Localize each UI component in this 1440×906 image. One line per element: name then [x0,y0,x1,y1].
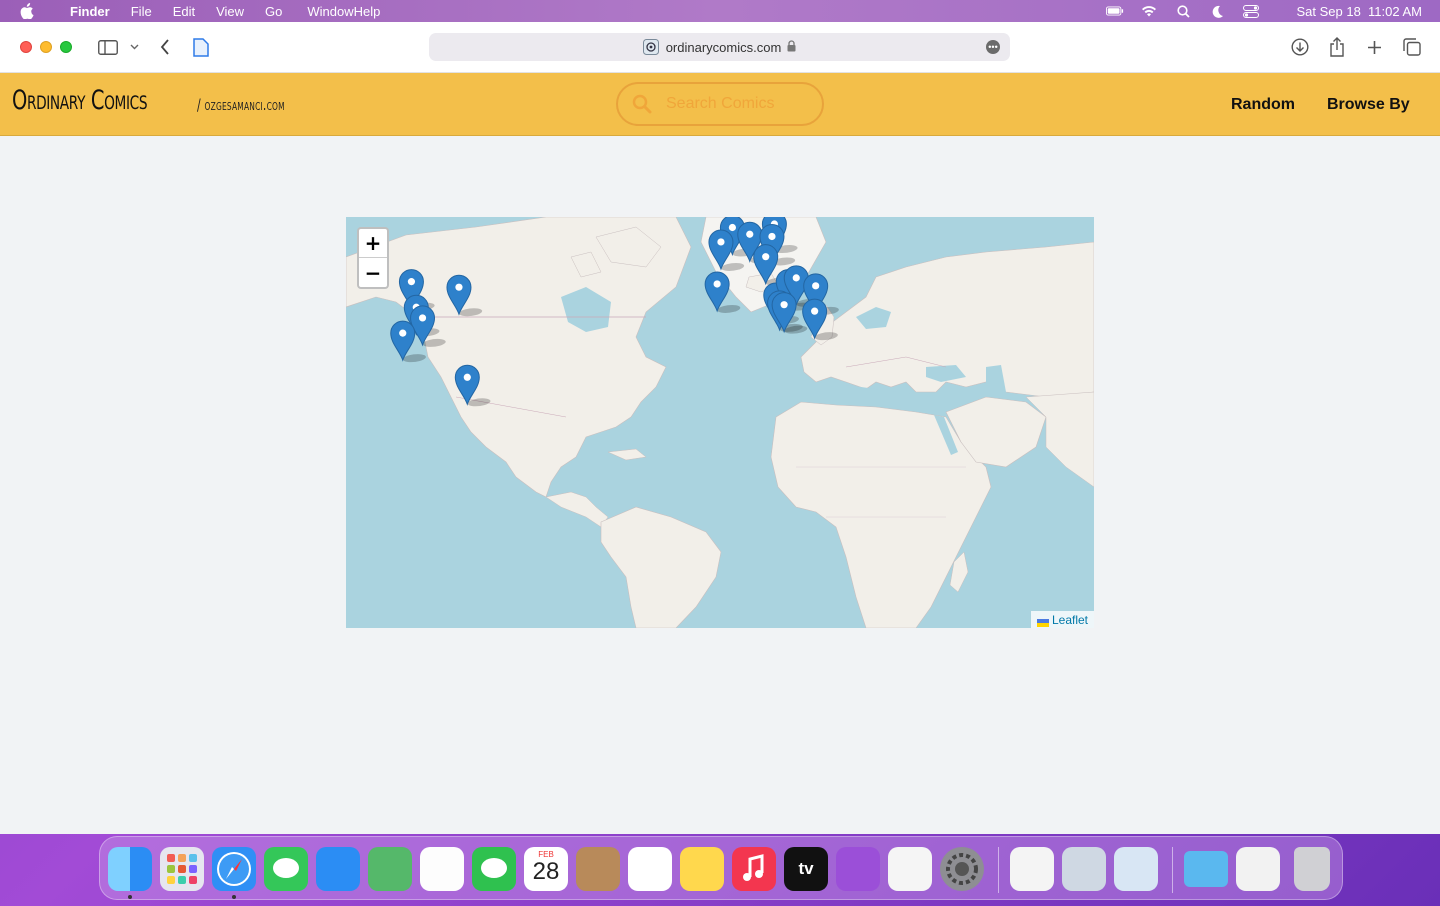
finder-icon[interactable] [108,847,152,891]
world-map[interactable]: + − Leaflet [346,217,1094,628]
site-header: Ordinary Comics / ozgesamanci.com Random… [0,73,1440,136]
textedit-icon[interactable] [1010,847,1054,891]
tv-label: tv [798,859,814,878]
document-icon[interactable] [1236,847,1280,891]
site-logo[interactable]: Ordinary Comics [12,85,148,116]
wifi-icon[interactable] [1140,4,1158,18]
search-input[interactable] [666,95,816,113]
folder-icon[interactable] [1184,851,1228,887]
trash-icon[interactable] [1294,847,1330,891]
menu-datetime[interactable]: Sat Sep 18 11:02 AM [1296,4,1422,19]
notes-icon[interactable] [680,847,724,891]
zoom-in-button[interactable]: + [359,229,387,258]
apple-icon[interactable] [20,3,40,19]
tab-overview-icon[interactable] [1402,36,1422,58]
map-attribution: Leaflet [1030,611,1094,628]
new-tab-icon[interactable] [1365,36,1383,58]
search-icon [632,94,652,114]
zoom-control: + − [357,227,389,289]
photos-icon[interactable] [420,847,464,891]
site-favicon-icon [642,39,659,55]
url-text[interactable]: ordinarycomics.com [666,40,782,55]
blank-app-icon[interactable] [1114,847,1158,891]
podcasts-icon[interactable] [836,847,880,891]
facetime-icon[interactable] [472,847,516,891]
menu-help[interactable]: Help [354,4,381,19]
menu-app-name[interactable]: Finder [70,4,110,19]
close-window-button[interactable] [20,41,32,53]
map-tiles [346,217,1094,628]
menu-edit[interactable]: Edit [173,4,195,19]
minimize-window-button[interactable] [40,41,52,53]
calendar-day-label: 28 [532,858,560,885]
browser-toolbar: ordinarycomics.com ••• [0,22,1440,73]
messages-icon[interactable] [264,847,308,891]
menu-view[interactable]: View [216,4,244,19]
tv-icon[interactable]: tv [784,847,828,891]
calendar-icon[interactable]: FEB 28 [524,847,568,891]
nav-random-link[interactable]: Random [1231,96,1295,114]
back-icon[interactable] [158,36,172,58]
news-icon[interactable] [888,847,932,891]
share-icon[interactable] [1328,36,1346,58]
address-bar[interactable]: ordinarycomics.com ••• [429,33,1010,61]
running-indicator [232,895,236,899]
zoom-window-button[interactable] [60,41,72,53]
spotlight-icon[interactable] [1174,4,1192,18]
map-marker-icon[interactable] [802,298,841,341]
maps-icon[interactable] [368,847,412,891]
menu-go[interactable]: Go [265,4,282,19]
menu-window[interactable]: Window [307,4,353,19]
zoom-out-button[interactable]: − [359,258,387,287]
lock-icon [787,39,796,55]
download-icon[interactable] [1290,36,1310,58]
page-icon[interactable] [192,36,210,58]
sidebar-icon[interactable] [97,36,119,58]
reminders-icon[interactable] [628,847,672,891]
menu-bar: Finder File Edit View Go Window Help Sat… [0,0,1440,22]
contacts-icon[interactable] [576,847,620,891]
control-center-icon[interactable] [1242,4,1260,18]
safari-icon[interactable] [212,847,256,891]
menu-file[interactable]: File [131,4,152,19]
browser-window: ordinarycomics.com ••• Ordinary Comics /… [0,22,1440,834]
focus-moon-icon[interactable] [1208,4,1226,18]
system-preferences-icon[interactable] [940,847,984,891]
ukraine-flag-icon [1036,616,1049,627]
dock-separator [1172,847,1173,893]
leaflet-link[interactable]: Leaflet [1052,613,1088,627]
music-icon[interactable] [732,847,776,891]
chevron-down-icon[interactable] [128,36,140,58]
search-box[interactable] [616,82,824,126]
dock: FEB 28 tv [99,836,1343,900]
battery-icon[interactable] [1106,4,1124,18]
launchpad-icon[interactable] [160,847,204,891]
site-sublogo-link[interactable]: / ozgesamanci.com [197,95,285,114]
running-indicator [128,895,132,899]
preview-icon[interactable] [1062,847,1106,891]
nav-browse-by-link[interactable]: Browse By [1327,96,1410,114]
mail-icon[interactable] [316,847,360,891]
more-options-icon[interactable]: ••• [986,40,1000,54]
dock-separator [998,847,999,893]
